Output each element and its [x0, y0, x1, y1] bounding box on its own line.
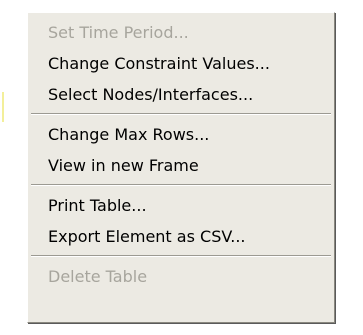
context-menu: Set Time Period... Change Constraint Val…: [27, 12, 335, 323]
background-highlight-mark: [2, 92, 4, 122]
menu-item-change-constraint-values[interactable]: Change Constraint Values...: [28, 48, 334, 79]
menu-separator: [31, 113, 331, 115]
menu-separator: [31, 255, 331, 257]
menu-item-delete-table: Delete Table: [48, 267, 148, 286]
menu-item-select-nodes-interfaces[interactable]: Select Nodes/Interfaces...: [28, 79, 334, 110]
menu-item-export-element-csv[interactable]: Export Element as CSV...: [28, 221, 334, 252]
menu-item-change-max-rows[interactable]: Change Max Rows...: [28, 119, 334, 150]
menu-item-set-time-period: Set Time Period...: [48, 23, 189, 42]
menu-item-print-table[interactable]: Print Table...: [28, 190, 334, 221]
page: Set Time Period... Change Constraint Val…: [0, 0, 363, 335]
menu-separator: [31, 184, 331, 186]
menu-item-view-in-new-frame[interactable]: View in new Frame: [28, 150, 334, 181]
